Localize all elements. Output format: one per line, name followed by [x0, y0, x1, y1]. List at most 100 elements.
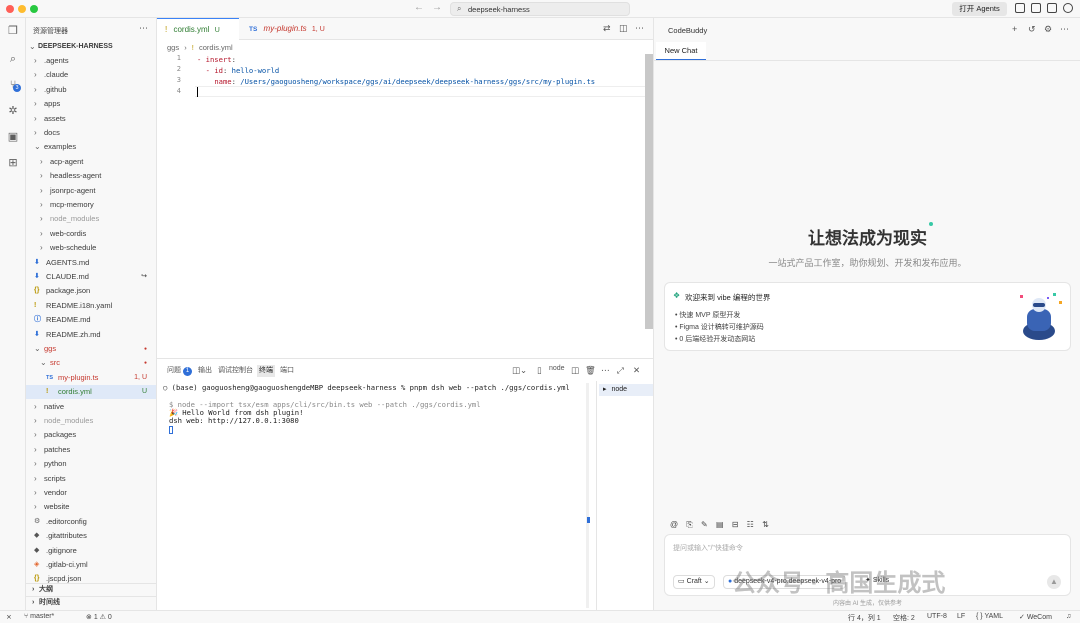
- indentation[interactable]: 空格: 2: [893, 613, 915, 623]
- tree-item[interactable]: ⌄ examples: [26, 140, 156, 154]
- trash-icon[interactable]: 🗑: [585, 365, 596, 376]
- back-arrow-icon[interactable]: ←: [414, 2, 424, 13]
- search-icon[interactable]: ⌕: [6, 52, 20, 66]
- explorer-files-icon[interactable]: ❐: [6, 24, 20, 38]
- tab-terminal[interactable]: 终端: [257, 365, 275, 377]
- timeline-section[interactable]: › 时间线: [26, 596, 156, 609]
- sliders-icon[interactable]: ⇅: [762, 520, 769, 529]
- tree-item[interactable]: › python: [26, 457, 156, 471]
- tab-new-chat[interactable]: New Chat: [656, 42, 706, 60]
- tree-item[interactable]: {} package.json: [26, 284, 156, 298]
- tree-item[interactable]: ⚙ .editorconfig: [26, 515, 156, 529]
- tree-item[interactable]: ⬇ AGENTS.md: [26, 256, 156, 270]
- welcome-card[interactable]: ❖ 欢迎来到 vibe 编程的世界 • 快速 MVP 原型开发 • Figma …: [664, 282, 1071, 351]
- figma-icon[interactable]: ✎: [701, 520, 708, 529]
- tree-item[interactable]: ◆ .gitattributes: [26, 529, 156, 543]
- settings-gear-icon[interactable]: ⚙: [1044, 24, 1052, 35]
- tab-debug-console[interactable]: 调试控制台: [218, 365, 253, 377]
- tree-item[interactable]: › .agents: [26, 54, 156, 68]
- send-icon[interactable]: ▲: [1047, 575, 1061, 589]
- tree-item[interactable]: › docs: [26, 126, 156, 140]
- close-panel-icon[interactable]: ✕: [633, 365, 640, 376]
- breadcrumb-file[interactable]: cordis.yml: [199, 43, 233, 52]
- split-editor-icon[interactable]: ◫: [619, 23, 628, 34]
- tree-item[interactable]: › web-cordis: [26, 227, 156, 241]
- more-actions-icon[interactable]: ⋯: [1060, 24, 1069, 35]
- tree-item[interactable]: › patches: [26, 443, 156, 457]
- command-center-search[interactable]: ⌕ deepseek-harness: [450, 2, 630, 16]
- tab-output[interactable]: 输出: [198, 365, 212, 377]
- tree-item[interactable]: ⬇ CLAUDE.md ↪: [26, 270, 156, 284]
- wecom-status[interactable]: ✓ WeCom: [1019, 613, 1052, 621]
- new-chat-plus-icon[interactable]: +: [1012, 24, 1017, 34]
- mention-icon[interactable]: @: [670, 520, 678, 529]
- document-icon[interactable]: ▤: [716, 520, 724, 529]
- tree-item[interactable]: › assets: [26, 112, 156, 126]
- tree-item[interactable]: › native: [26, 400, 156, 414]
- tree-item[interactable]: › node_modules: [26, 212, 156, 226]
- forward-arrow-icon[interactable]: →: [432, 2, 442, 13]
- terminal-output[interactable]: ○ (base) gaoguosheng@gaoguoshengdeMBP de…: [163, 381, 587, 606]
- terminal-list-item[interactable]: ▸ node: [599, 384, 653, 396]
- extensions-icon[interactable]: ⊞: [6, 156, 20, 170]
- tree-item[interactable]: › apps: [26, 97, 156, 111]
- open-agents-button[interactable]: 打开 Agents: [952, 2, 1007, 16]
- tree-item[interactable]: › scripts: [26, 472, 156, 486]
- tree-item[interactable]: › .github: [26, 83, 156, 97]
- tree-item[interactable]: ! cordis.yml U: [26, 385, 156, 400]
- terminal-shell-icon[interactable]: ▯: [537, 365, 542, 376]
- run-debug-icon[interactable]: ✲: [6, 104, 20, 118]
- tab-my-plugin-ts[interactable]: TS my-plugin.ts 1, U: [241, 18, 331, 40]
- tree-item[interactable]: › vendor: [26, 486, 156, 500]
- remote-explorer-icon[interactable]: ▣: [6, 130, 20, 144]
- history-icon[interactable]: ↺: [1028, 24, 1036, 35]
- attach-file-icon[interactable]: ⎘: [686, 520, 692, 529]
- book-icon[interactable]: ⊟: [732, 520, 739, 529]
- terminal-shell-label[interactable]: node: [549, 365, 565, 372]
- editor-scrollbar[interactable]: [645, 54, 653, 329]
- tree-item[interactable]: TS my-plugin.ts 1, U: [26, 371, 156, 385]
- tab-problems[interactable]: 问题 1: [167, 365, 192, 377]
- tree-item[interactable]: › node_modules: [26, 414, 156, 428]
- encoding[interactable]: UTF-8: [927, 613, 947, 620]
- rules-icon[interactable]: ☷: [747, 520, 754, 529]
- tab-ports[interactable]: 端口: [280, 365, 294, 377]
- notifications-bell-icon[interactable]: ♫: [1066, 613, 1071, 620]
- tree-item[interactable]: › website: [26, 500, 156, 514]
- tree-item[interactable]: › headless-agent: [26, 169, 156, 183]
- branch-status[interactable]: ⑂ master*: [24, 613, 54, 620]
- tree-item[interactable]: ⌄ src ●: [26, 356, 156, 370]
- tree-item[interactable]: ⌄ ggs ●: [26, 342, 156, 356]
- toggle-sidebar-icon[interactable]: [1015, 3, 1025, 13]
- language-mode[interactable]: { } YAML: [976, 613, 1003, 620]
- tree-item[interactable]: ◆ .gitignore: [26, 544, 156, 558]
- tree-item[interactable]: ⬇ README.zh.md: [26, 328, 156, 342]
- tab-cordis-yml[interactable]: ! cordis.yml U: [157, 18, 239, 40]
- minimize-window-button[interactable]: [18, 5, 26, 13]
- problems-status[interactable]: ⊗ 1 ⚠ 0: [86, 613, 112, 621]
- mode-select[interactable]: ▭ Craft ⌄: [673, 575, 715, 589]
- maximize-panel-icon[interactable]: ⤢: [617, 365, 624, 376]
- toggle-secondary-sidebar-icon[interactable]: [1047, 3, 1057, 13]
- explorer-root-folder[interactable]: ⌄ DEEPSEEK-HARNESS: [26, 40, 156, 54]
- cursor-position[interactable]: 行 4，列 1: [848, 613, 881, 623]
- tree-item[interactable]: ⓘ README.md: [26, 313, 156, 327]
- outline-section[interactable]: › 大纲: [26, 583, 156, 596]
- close-window-button[interactable]: [6, 5, 14, 13]
- remote-indicator-icon[interactable]: ⨯: [6, 613, 12, 621]
- more-actions-icon[interactable]: ⋯: [601, 365, 610, 376]
- zoom-window-button[interactable]: [30, 5, 38, 13]
- tree-item[interactable]: ◈ .gitlab-ci.yml: [26, 558, 156, 572]
- account-icon[interactable]: [1063, 3, 1073, 13]
- tree-item[interactable]: › web-schedule: [26, 241, 156, 255]
- breadcrumb-folder[interactable]: ggs: [167, 43, 179, 52]
- end-of-line[interactable]: LF: [957, 613, 965, 620]
- tree-item[interactable]: › mcp-memory: [26, 198, 156, 212]
- more-actions-icon[interactable]: ⋯: [635, 23, 644, 34]
- terminal-scrollbar[interactable]: [586, 383, 589, 608]
- compare-changes-icon[interactable]: ⇄: [603, 23, 611, 34]
- tree-item[interactable]: › packages: [26, 428, 156, 442]
- tree-item[interactable]: ! README.i18n.yaml: [26, 299, 156, 313]
- tree-item[interactable]: › .claude: [26, 68, 156, 82]
- split-terminal-icon[interactable]: ◫: [571, 365, 579, 376]
